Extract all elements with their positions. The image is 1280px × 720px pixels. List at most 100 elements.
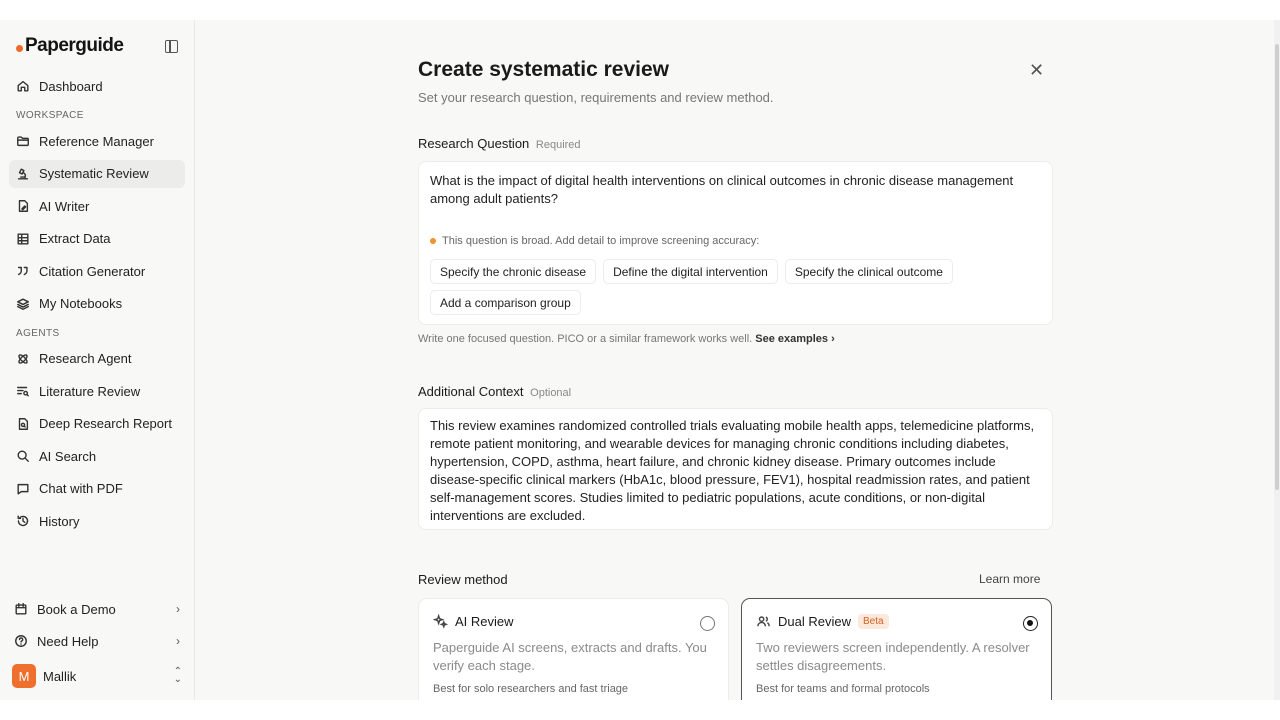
sidebar-item-ai-search[interactable]: AI Search (9, 442, 185, 470)
research-question-box: What is the impact of digital health int… (418, 161, 1053, 325)
optional-tag: Optional (530, 387, 572, 399)
sidebar-item-citation-generator[interactable]: Citation Generator (9, 257, 185, 285)
research-question-input[interactable]: What is the impact of digital health int… (430, 172, 1042, 208)
broad-question-warning: This question is broad. Add detail to im… (430, 235, 759, 247)
sidebar-item-label: Citation Generator (39, 263, 146, 279)
sidebar-item-label: Extract Data (39, 231, 111, 246)
workspace-section-label: WORKSPACE (16, 110, 84, 121)
avatar: M (12, 664, 36, 688)
suggestion-chip[interactable]: Define the digital intervention (603, 259, 778, 284)
report-icon (16, 417, 30, 431)
chevron-right-icon: › (176, 602, 180, 616)
layers-icon (16, 297, 30, 311)
suggestion-chip[interactable]: Specify the chronic disease (430, 259, 597, 284)
additional-context-label-text: Additional Context (418, 384, 524, 399)
sidebar-item-research-agent[interactable]: Research Agent (9, 345, 185, 373)
document-pen-icon (16, 199, 30, 213)
dual-review-radio[interactable] (1023, 616, 1038, 631)
chevron-right-icon: › (176, 634, 180, 648)
logo-dot-icon (16, 45, 23, 52)
brand-logo[interactable]: Paperguide (16, 35, 124, 57)
sidebar-item-dashboard[interactable]: Dashboard (9, 72, 185, 100)
suggestion-chip[interactable]: Specify the clinical outcome (784, 259, 953, 284)
sidebar-item-label: Chat with PDF (39, 481, 123, 496)
book-demo-label: Book a Demo (37, 601, 116, 617)
app-window: Paperguide Dashboard WORKSPACE Reference… (0, 20, 1274, 700)
sidebar-collapse-icon[interactable] (165, 39, 178, 53)
sidebar-item-label: Systematic Review (39, 166, 149, 181)
dual-review-header: Dual Review Beta (756, 614, 889, 629)
research-question-hint: Write one focused question. PICO or a si… (418, 333, 835, 345)
ai-review-description: Paperguide AI screens, extracts and draf… (433, 640, 707, 673)
sidebar-item-history[interactable]: History (9, 507, 185, 535)
page-scrollbar[interactable] (1274, 20, 1280, 700)
ai-review-header: AI Review (433, 614, 514, 629)
additional-context-box: This review examines randomized controll… (418, 408, 1053, 530)
quote-icon (16, 264, 30, 278)
see-examples-label: See examples (755, 333, 829, 345)
suggestion-chip[interactable]: Add a comparison group (430, 290, 581, 315)
sparkles-icon (433, 614, 448, 629)
microscope-icon (16, 167, 30, 181)
dual-review-option[interactable]: Dual Review Beta Two reviewers screen in… (741, 598, 1052, 700)
agents-section-label: AGENTS (16, 327, 60, 339)
suggestion-chips: Specify the chronic disease Define the d… (430, 259, 1045, 315)
page-title: Create systematic review (418, 58, 669, 81)
help-icon (14, 634, 28, 648)
logo-row: Paperguide (9, 20, 185, 72)
additional-context-input[interactable]: This review examines randomized controll… (430, 417, 1042, 525)
need-help-button[interactable]: Need Help › (9, 627, 185, 655)
sidebar-item-label: Deep Research Report (39, 416, 172, 431)
search-icon (16, 449, 30, 463)
chevron-right-icon: › (831, 333, 835, 345)
hint-text: Write one focused question. PICO or a si… (418, 333, 753, 345)
sidebar: Paperguide Dashboard WORKSPACE Reference… (0, 20, 195, 700)
sidebar-item-systematic-review[interactable]: Systematic Review (9, 159, 185, 188)
sidebar-item-ai-writer[interactable]: AI Writer (9, 192, 185, 220)
calendar-icon (14, 602, 28, 616)
main-content: ✕ Create systematic review Set your rese… (195, 20, 1274, 700)
dual-review-description: Two reviewers screen independently. A re… (756, 640, 1030, 673)
sidebar-item-label: Reference Manager (39, 133, 154, 149)
sidebar-item-label: Research Agent (39, 351, 132, 366)
sidebar-item-literature-review[interactable]: Literature Review (9, 377, 185, 405)
sidebar-item-label: History (39, 513, 80, 529)
sidebar-item-chat-with-pdf[interactable]: Chat with PDF (9, 475, 185, 503)
user-menu[interactable]: M Mallik ⌃ ⌄ (9, 661, 185, 691)
dual-review-title: Dual Review (778, 614, 851, 629)
list-search-icon (16, 384, 30, 398)
folder-icon (16, 134, 30, 148)
sidebar-item-label: AI Search (39, 448, 97, 464)
sidebar-item-deep-research-report[interactable]: Deep Research Report (9, 410, 185, 438)
brand-name: Paperguide (25, 35, 124, 56)
research-question-label-text: Research Question (418, 136, 530, 151)
table-icon (16, 232, 30, 246)
scrollbar-thumb[interactable] (1275, 44, 1279, 490)
chevron-up-down-icon: ⌃ ⌄ (173, 666, 182, 685)
atom-icon (16, 352, 30, 366)
book-demo-button[interactable]: Book a Demo › (9, 595, 185, 623)
additional-context-label: Additional Context Optional (418, 384, 571, 399)
sidebar-item-reference-manager[interactable]: Reference Manager (9, 127, 185, 155)
ai-review-option[interactable]: AI Review Paperguide AI screens, extract… (418, 598, 729, 700)
ai-review-title: AI Review (455, 614, 514, 629)
close-icon[interactable]: ✕ (1029, 60, 1044, 81)
warning-dot-icon (430, 238, 436, 244)
see-examples-link[interactable]: See examples › (755, 333, 835, 345)
chat-icon (16, 482, 30, 496)
user-name: Mallik (43, 668, 77, 684)
beta-badge: Beta (857, 614, 889, 629)
research-question-label: Research Question Required (418, 136, 581, 151)
sidebar-item-label: AI Writer (39, 198, 90, 214)
sidebar-item-my-notebooks[interactable]: My Notebooks (9, 290, 185, 318)
ai-review-best-for: Best for solo researchers and fast triag… (433, 683, 629, 695)
ai-review-radio[interactable] (700, 616, 715, 631)
sidebar-item-label: Dashboard (39, 78, 103, 94)
users-icon (757, 616, 770, 627)
learn-more-link[interactable]: Learn more (979, 572, 1040, 586)
sidebar-item-extract-data[interactable]: Extract Data (9, 225, 185, 253)
sidebar-bottom: Book a Demo › Need Help › M Mallik ⌃ ⌄ (9, 595, 185, 700)
review-method-label: Review method (418, 572, 508, 587)
home-icon (16, 79, 30, 93)
need-help-label: Need Help (37, 633, 99, 649)
